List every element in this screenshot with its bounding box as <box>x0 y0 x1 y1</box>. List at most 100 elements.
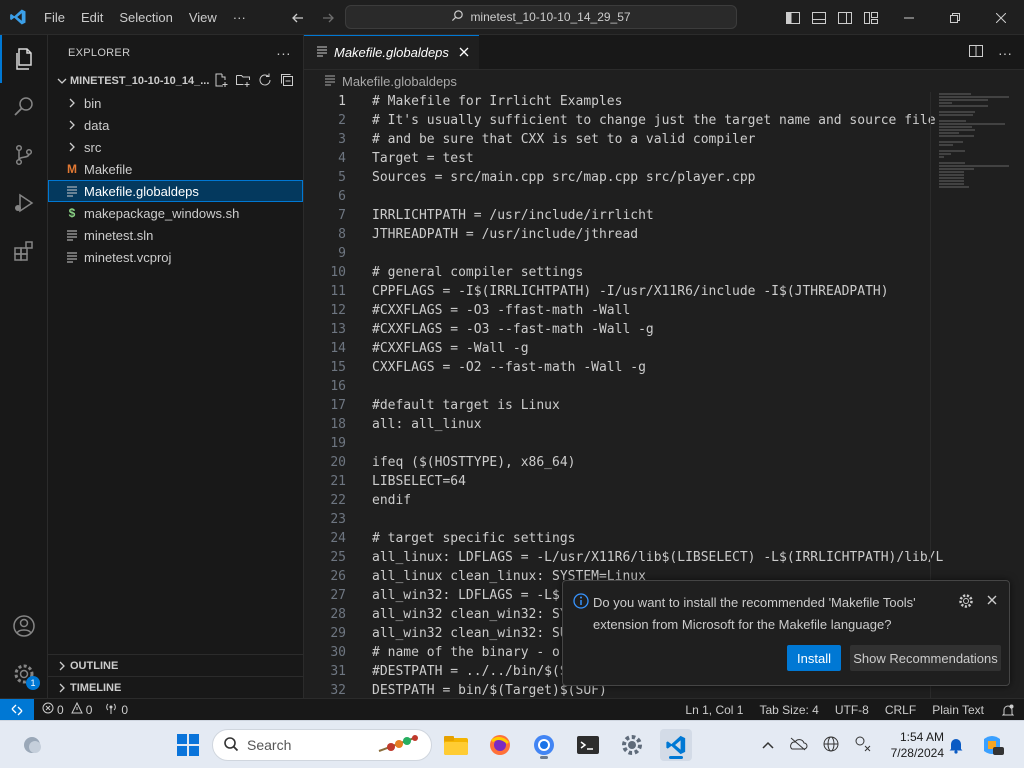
code-line[interactable]: 4 Target = test <box>304 149 1024 168</box>
language-globe-icon[interactable] <box>822 735 840 756</box>
outline-section[interactable]: OUTLINE <box>48 654 303 676</box>
code-line[interactable]: 8 JTHREADPATH = /usr/include/jthread <box>304 225 1024 244</box>
menu-more[interactable]: ··· <box>225 0 254 35</box>
system-clock[interactable]: 1:54 AM 7/28/2024 <box>891 729 944 761</box>
code-line[interactable]: 12 #CXXFLAGS = -O3 -ffast-math -Wall <box>304 301 1024 320</box>
code-line[interactable]: 14 #CXXFLAGS = -Wall -g <box>304 339 1024 358</box>
restore-icon[interactable] <box>932 0 978 35</box>
tab-makefile-globaldeps[interactable]: Makefile.globaldeps <box>304 35 479 69</box>
notification-bell-icon[interactable] <box>940 729 972 761</box>
code-line[interactable]: 20 ifeq ($(HOSTTYPE), x86_64) <box>304 453 1024 472</box>
install-button[interactable]: Install <box>787 645 841 671</box>
code-line[interactable]: 6 <box>304 187 1024 206</box>
settings-icon[interactable] <box>616 729 648 761</box>
code-text: #DESTPATH = ../../bin/$(S <box>372 664 568 679</box>
menu-view[interactable]: View <box>181 0 225 35</box>
sidebar-more-button[interactable]: ··· <box>276 45 291 61</box>
show-recommendations-button[interactable]: Show Recommendations <box>850 645 1001 671</box>
extensions-icon[interactable] <box>0 227 48 275</box>
code-line[interactable]: 23 <box>304 510 1024 529</box>
code-line[interactable]: 21 LIBSELECT=64 <box>304 472 1024 491</box>
accounts-icon[interactable] <box>0 602 48 650</box>
tree-file-makefile-globaldeps[interactable]: Makefile.globaldeps <box>48 180 303 202</box>
code-line[interactable]: 22 endif <box>304 491 1024 510</box>
onedrive-offline-icon[interactable] <box>788 737 808 754</box>
tree-folder-data[interactable]: data <box>48 114 303 136</box>
vertical-scrollbar[interactable] <box>1012 92 1024 698</box>
code-line[interactable]: 17 #default target is Linux <box>304 396 1024 415</box>
taskbar-search-box[interactable]: Search <box>212 729 432 761</box>
new-file-icon[interactable] <box>213 72 229 91</box>
customize-layout-icon[interactable] <box>862 9 880 27</box>
minimize-icon[interactable] <box>886 0 932 35</box>
widgets-weather-icon[interactable] <box>16 729 48 761</box>
code-line[interactable]: 11 CPPFLAGS = -I$(IRRLICHTPATH) -I/usr/X1… <box>304 282 1024 301</box>
timeline-section[interactable]: TIMELINE <box>48 676 303 698</box>
code-line[interactable]: 5 Sources = src/main.cpp src/map.cpp src/… <box>304 168 1024 187</box>
vscode-taskbar-icon[interactable] <box>660 729 692 761</box>
forward-arrow-icon[interactable] <box>318 8 338 28</box>
split-editor-icon[interactable] <box>968 43 984 62</box>
remote-indicator-icon[interactable] <box>0 698 34 721</box>
chrome-icon[interactable] <box>528 729 560 761</box>
close-window-icon[interactable] <box>978 0 1024 35</box>
problems-indicator[interactable]: 0 0 <box>34 699 98 721</box>
explorer-icon[interactable] <box>0 35 48 83</box>
tree-file-makefile[interactable]: M Makefile <box>48 158 303 180</box>
tree-file-makepackage[interactable]: $ makepackage_windows.sh <box>48 202 303 224</box>
menu-file[interactable]: File <box>36 0 73 35</box>
ports-indicator[interactable]: 0 <box>98 699 134 721</box>
encoding[interactable]: UTF-8 <box>827 699 877 721</box>
run-debug-icon[interactable] <box>0 179 48 227</box>
file-explorer-icon[interactable] <box>440 729 472 761</box>
code-line[interactable]: 19 <box>304 434 1024 453</box>
close-tab-icon[interactable] <box>459 45 469 60</box>
code-line[interactable]: 16 <box>304 377 1024 396</box>
collapse-all-icon[interactable] <box>279 72 295 91</box>
code-line[interactable]: 9 <box>304 244 1024 263</box>
command-center[interactable]: minetest_10-10-10_14_29_57 <box>345 5 737 29</box>
end-of-line[interactable]: CRLF <box>877 699 924 721</box>
toggle-primary-sidebar-icon[interactable] <box>784 9 802 27</box>
notifications-bell-icon[interactable] <box>992 699 1024 721</box>
search-activity-icon[interactable] <box>0 83 48 131</box>
code-line[interactable]: 18 all: all_linux <box>304 415 1024 434</box>
source-control-icon[interactable] <box>0 131 48 179</box>
tab-size[interactable]: Tab Size: 4 <box>751 699 826 721</box>
toggle-secondary-sidebar-icon[interactable] <box>836 9 854 27</box>
copilot-icon[interactable] <box>976 729 1008 761</box>
tree-file-vcproj[interactable]: minetest.vcproj <box>48 246 303 268</box>
more-actions-icon[interactable]: ··· <box>998 45 1012 61</box>
code-line[interactable]: 15 CXXFLAGS = -O2 --fast-math -Wall -g <box>304 358 1024 377</box>
firefox-icon[interactable] <box>484 729 516 761</box>
workspace-folder[interactable]: MINETEST_10-10-10_14_... <box>48 70 303 92</box>
show-hidden-icons-icon[interactable] <box>762 738 774 753</box>
code-line[interactable]: 24 # target specific settings <box>304 529 1024 548</box>
back-arrow-icon[interactable] <box>288 8 308 28</box>
menu-edit[interactable]: Edit <box>73 0 111 35</box>
code-line[interactable]: 25 all_linux: LDFLAGS = -L/usr/X11R6/lib$… <box>304 548 1024 567</box>
windows-start-icon[interactable] <box>172 729 204 761</box>
tree-file-sln[interactable]: minetest.sln <box>48 224 303 246</box>
breadcrumb-file[interactable]: Makefile.globaldeps <box>342 74 457 89</box>
new-folder-icon[interactable] <box>235 72 251 91</box>
toggle-panel-icon[interactable] <box>810 9 828 27</box>
code-line[interactable]: 3 # and be sure that CXX is set to a vali… <box>304 130 1024 149</box>
code-line[interactable]: 7 IRRLICHTPATH = /usr/include/irrlicht <box>304 206 1024 225</box>
tree-folder-bin[interactable]: bin <box>48 92 303 114</box>
tree-folder-src[interactable]: src <box>48 136 303 158</box>
gear-icon[interactable] <box>958 593 974 612</box>
terminal-icon[interactable] <box>572 729 604 761</box>
code-line[interactable]: 2 # It's usually sufficient to change jus… <box>304 111 1024 130</box>
code-text: all_win32: LDFLAGS = -L$( <box>372 588 568 603</box>
cursor-position[interactable]: Ln 1, Col 1 <box>677 699 751 721</box>
refresh-icon[interactable] <box>257 72 273 91</box>
code-line[interactable]: 1 # Makefile for Irrlicht Examples <box>304 92 1024 111</box>
close-icon[interactable] <box>985 593 999 610</box>
menu-selection[interactable]: Selection <box>111 0 180 35</box>
language-mode[interactable]: Plain Text <box>924 699 992 721</box>
network-volume-icon[interactable] <box>854 735 872 756</box>
code-line[interactable]: 13 #CXXFLAGS = -O3 --fast-math -Wall -g <box>304 320 1024 339</box>
manage-gear-icon[interactable]: 1 <box>0 650 48 698</box>
code-line[interactable]: 10 # general compiler settings <box>304 263 1024 282</box>
